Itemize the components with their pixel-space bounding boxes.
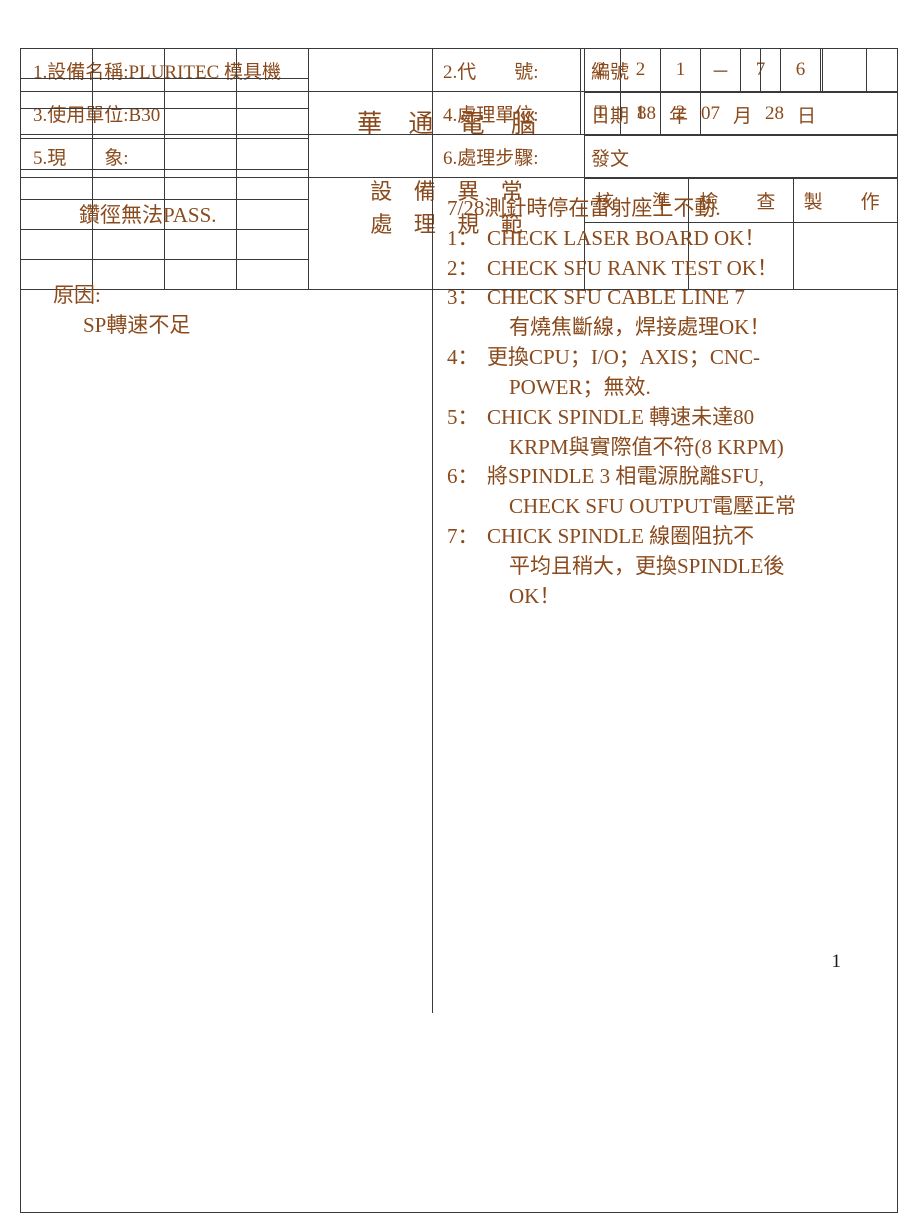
blank-grid-cell[interactable]: [165, 139, 237, 169]
date-year-unit: 年: [669, 105, 689, 127]
number-extra-cell-b[interactable]: [823, 49, 897, 92]
blank-grid-cell[interactable]: [165, 79, 237, 109]
date-label: 日期: [591, 105, 630, 127]
meta-row-issue: 發文: [585, 136, 897, 179]
step-text-main: 更換CPU；I/O；AXIS；CNC-: [487, 345, 761, 370]
step-number: 2：: [447, 255, 479, 280]
blank-grid-cell[interactable]: [237, 109, 308, 138]
step-text-continuation: CHECK SFU OUTPUT電壓正常: [509, 494, 797, 519]
step-item: 6： 將SPINDLE 3 相電源脫離SFU, CHECK SFU OUTPUT…: [447, 462, 887, 522]
page-number: 1: [831, 951, 842, 972]
step-text: CHECK LASER BOARD OK！: [487, 224, 887, 254]
cause-value: SP轉速不足: [83, 312, 191, 337]
step-text-continuation: 有燒焦斷線，焊接處理OK！: [509, 315, 771, 340]
document-frame: 華 通 電 腦 設 備 異 常 處 理 規 範 編號 日期 88 年 07 月 …: [20, 48, 898, 1213]
step-text: CHICK SPINDLE 轉速未達80 KRPM與實際值不符(8 KRPM): [487, 403, 887, 463]
step-text-main: CHICK SPINDLE 轉速未達80: [487, 404, 755, 429]
date-day-unit: 日: [797, 105, 817, 127]
step-item: 1： CHECK LASER BOARD OK！: [447, 224, 887, 254]
meta-row-date: 日期 88 年 07 月 28 日: [585, 93, 897, 136]
blank-grid-cell[interactable]: [93, 79, 165, 109]
step-text-main: CHICK SPINDLE 線圈阻抗不: [487, 523, 755, 548]
date-day-value: 28: [765, 103, 785, 124]
document-page: 華 通 電 腦 設 備 異 常 處 理 規 範 編號 日期 88 年 07 月 …: [0, 0, 920, 1227]
step-text: CHICK SPINDLE 線圈阻抗不 平均且稍大，更換SPINDLE後 OK！: [487, 522, 887, 611]
blank-grid-cell[interactable]: [165, 109, 237, 139]
company-title: 華 通 電 腦: [357, 111, 546, 138]
date-year-value: 88: [637, 103, 657, 124]
step-text-main: CHECK LASER BOARD OK！: [487, 225, 766, 250]
blank-grid-row: [21, 139, 308, 170]
step-text: CHECK SFU CABLE LINE 7 有燒焦斷線，焊接處理OK！: [487, 283, 887, 343]
blank-grid-cell[interactable]: [21, 49, 93, 79]
blank-grid-cell[interactable]: [93, 49, 165, 79]
step-item: 3： CHECK SFU CABLE LINE 7 有燒焦斷線，焊接處理OK！: [447, 283, 887, 343]
date-month-value: 07: [701, 103, 721, 124]
blank-grid-cell[interactable]: [21, 139, 93, 169]
document-body: 鑽徑無法PASS. 原因: SP轉速不足 7/28測針時停在雷射座上不動. 1：…: [21, 178, 897, 1013]
date-field[interactable]: 日期 88 年 07 月 28 日: [585, 93, 897, 135]
steps-body[interactable]: 7/28測針時停在雷射座上不動. 1： CHECK LASER BOARD OK…: [433, 178, 897, 1013]
cause-label: 原因:: [53, 282, 101, 307]
blank-grid-cell[interactable]: [21, 109, 93, 139]
number-label: 編號: [585, 49, 761, 92]
step-item: 4： 更換CPU；I/O；AXIS；CNC- POWER；無效.: [447, 343, 887, 403]
step-text: 將SPINDLE 3 相電源脫離SFU, CHECK SFU OUTPUT電壓正…: [487, 462, 887, 522]
step-text-continuation-2: OK！: [509, 583, 561, 608]
step-number: 7：: [447, 523, 479, 548]
date-month-unit: 月: [733, 105, 753, 127]
blank-grid-cell[interactable]: [237, 49, 308, 78]
step-number: 5：: [447, 404, 479, 429]
step-text-continuation: 平均且稍大，更換SPINDLE後: [509, 553, 785, 578]
symptom-body[interactable]: 鑽徑無法PASS. 原因: SP轉速不足: [21, 178, 433, 1013]
step-text: 更換CPU；I/O；AXIS；CNC- POWER；無效.: [487, 343, 887, 403]
blank-grid-cell[interactable]: [165, 49, 237, 79]
symptom-text: 鑽徑無法PASS.: [79, 203, 217, 227]
date-line: 日期 88 年 07 月 28 日: [591, 101, 891, 128]
blank-grid-row: [21, 109, 308, 140]
step-number: 3：: [447, 285, 479, 310]
step-text: CHECK SFU RANK TEST OK！: [487, 254, 887, 284]
step-item: 7： CHICK SPINDLE 線圈阻抗不 平均且稍大，更換SPINDLE後 …: [447, 522, 887, 611]
blank-grid-cell[interactable]: [21, 79, 93, 109]
step-text-main: CHECK SFU RANK TEST OK！: [487, 255, 778, 280]
issue-label[interactable]: 發文: [585, 136, 897, 178]
step-text-main: 將SPINDLE 3 相電源脫離SFU,: [487, 464, 765, 489]
meta-row-number: 編號: [585, 49, 897, 93]
step-text-main: CHECK SFU CABLE LINE 7: [487, 285, 745, 310]
step-number: 1：: [447, 225, 479, 250]
step-text-continuation: POWER；無效.: [509, 374, 651, 399]
blank-grid-cell[interactable]: [93, 139, 165, 169]
blank-grid-row: [21, 79, 308, 110]
step-number: 6：: [447, 464, 479, 489]
steps-intro: 7/28測針時停在雷射座上不動.: [447, 196, 721, 220]
blank-grid-cell[interactable]: [237, 139, 308, 168]
step-item: 5： CHICK SPINDLE 轉速未達80 KRPM與實際值不符(8 KRP…: [447, 403, 887, 463]
blank-grid-cell[interactable]: [237, 79, 308, 108]
blank-grid-cell[interactable]: [93, 109, 165, 139]
blank-grid-row: [21, 49, 308, 80]
step-number: 4：: [447, 345, 479, 370]
number-extra-cell-a[interactable]: [761, 49, 823, 92]
step-item: 2： CHECK SFU RANK TEST OK！: [447, 254, 887, 284]
step-text-continuation: KRPM與實際值不符(8 KRPM): [509, 434, 784, 459]
